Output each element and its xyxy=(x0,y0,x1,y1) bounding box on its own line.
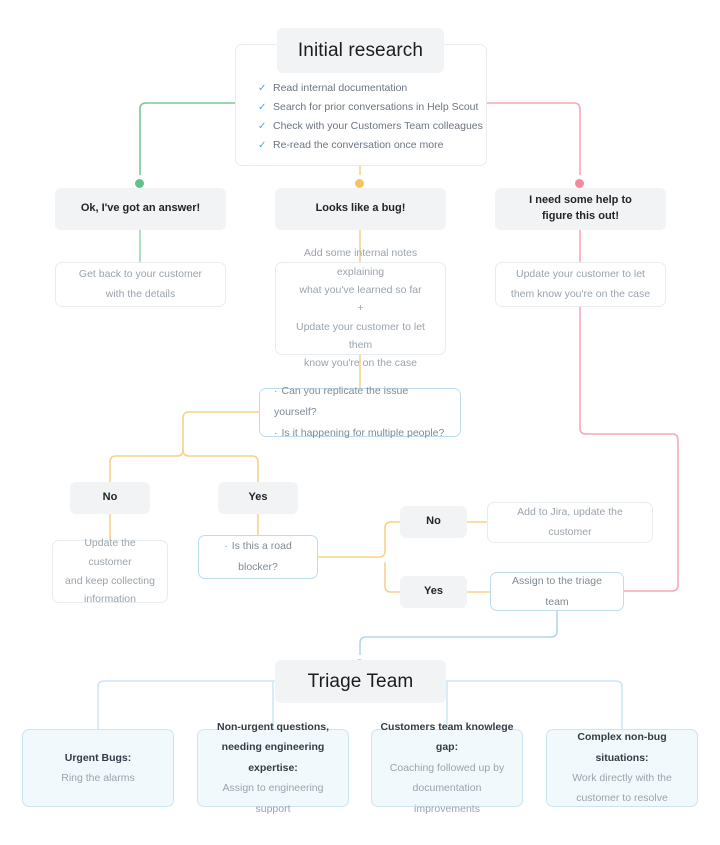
wire-roadblocker-split xyxy=(317,521,401,558)
check-icon: ✓ xyxy=(258,102,267,113)
yellow-branch-action: Add some internal notes explaining what … xyxy=(275,247,446,369)
bullet-icon: · xyxy=(274,427,278,439)
roadblocker-no-label: No xyxy=(426,515,441,528)
triage-team-title: Triage Team xyxy=(307,670,414,692)
check-icon: ✓ xyxy=(258,121,267,132)
keep-collecting-line-1: Update the customer xyxy=(84,536,136,568)
replicate-question-line-2: · Is it happening for multiple people? xyxy=(274,423,444,444)
pink-branch-label: I need some help to figure this out! xyxy=(495,188,666,230)
outcome-body-line-2: documentation improvements xyxy=(412,782,482,815)
pink-branch-label-line-2: figure this out! xyxy=(542,210,619,222)
yellow-action-line-4: know you're on the case xyxy=(304,357,417,370)
checklist-item: ✓ Search for prior conversations in Help … xyxy=(258,98,486,117)
keep-collecting-line-3: information xyxy=(84,593,136,606)
checklist-item-label: Read internal documentation xyxy=(273,82,408,94)
wire-question-to-split xyxy=(109,411,260,483)
wire-pink-to-triage-assign xyxy=(579,306,679,592)
replicate-question-text-1: Can you replicate the issue yourself? xyxy=(274,385,409,418)
pink-branch-label-line-1: I need some help to xyxy=(529,194,632,207)
replicate-yes-label: Yes xyxy=(248,491,268,504)
replicate-question-text-2: Is it happening for multiple people? xyxy=(281,427,445,439)
checklist-item: ✓ Read internal documentation xyxy=(258,79,486,98)
replicate-yes-chip: Yes xyxy=(218,482,298,514)
wire-roadblocker-to-yes xyxy=(384,562,401,593)
check-icon: ✓ xyxy=(258,140,267,151)
green-branch-label: Ok, I've got an answer! xyxy=(55,188,226,230)
triage-team-header: Triage Team xyxy=(275,660,446,703)
yellow-action-line-2: what you've learned so far xyxy=(299,283,422,296)
wire-split-to-yes xyxy=(182,449,259,483)
wire-green-branch xyxy=(139,102,236,185)
triage-outcome-card: Customers team knowlege gap: Coaching fo… xyxy=(371,721,523,815)
yellow-action-line-1: Add some internal notes explaining xyxy=(303,247,418,278)
replicate-question-box: · Can you replicate the issue yourself? ·… xyxy=(259,385,461,439)
outcome-body-line-2: customer to resolve xyxy=(576,792,668,805)
replicate-question-line-1: · Can you replicate the issue yourself? xyxy=(274,381,446,423)
checklist-item-label: Search for prior conversations in Help S… xyxy=(273,101,479,113)
outcome-body-line-1: Work directly with the xyxy=(572,772,672,784)
roadblocker-question-text: Is this a road blocker? xyxy=(231,540,292,573)
pink-action-line-2: them know you're on the case xyxy=(510,287,651,300)
yellow-action-plus: + xyxy=(357,302,364,315)
outcome-body-line-1: Coaching followed up by xyxy=(389,761,505,774)
outcome-body-line-1: Assign to engineering support xyxy=(222,782,324,815)
wire-assign-to-triage xyxy=(359,609,558,664)
initial-research-title: Initial research xyxy=(297,39,424,61)
add-to-jira-action: Add to Jira, update the customer xyxy=(487,502,653,543)
outcome-title: Complex non-bug situations: xyxy=(577,731,667,764)
roadblocker-question-line-1: · Is this a road blocker? xyxy=(213,536,303,578)
add-to-jira-label: Add to Jira, update the customer xyxy=(517,505,623,538)
pink-action-line-1: Update your customer to let xyxy=(516,267,645,280)
keep-collecting-line-2: and keep collecting xyxy=(65,574,155,587)
outcome-title: Customers team knowlege gap: xyxy=(380,720,514,754)
outcome-body-line-1: Ring the alarms xyxy=(61,772,135,784)
keep-collecting-action: Update the customer and keep collecting … xyxy=(52,537,168,605)
checklist-item: ✓ Re-read the conversation once more xyxy=(258,136,486,155)
outcome-title: Non-urgent questions, xyxy=(217,720,329,733)
outcome-title: Urgent Bugs: xyxy=(64,751,132,764)
bullet-icon: · xyxy=(274,385,278,397)
checklist-item-label: Check with your Customers Team colleague… xyxy=(273,120,483,132)
outcome-title-second-line: needing engineering expertise: xyxy=(221,741,325,774)
triage-outcome-card: Complex non-bug situations: Work directl… xyxy=(546,729,698,807)
green-branch-action: Get back to your customer with the detai… xyxy=(55,262,226,307)
pink-branch-action: Update your customer to let them know yo… xyxy=(495,262,666,307)
replicate-no-chip: No xyxy=(70,482,150,514)
bullet-icon: · xyxy=(224,540,228,552)
wire-pink-branch xyxy=(486,102,581,185)
roadblocker-no-chip: No xyxy=(400,506,467,538)
green-action-line-1: Get back to your customer xyxy=(78,267,203,280)
checklist-item: ✓ Check with your Customers Team colleagu… xyxy=(258,117,486,136)
green-action-line-2: with the details xyxy=(105,287,176,300)
roadblocker-yes-chip: Yes xyxy=(400,576,467,608)
check-icon: ✓ xyxy=(258,83,267,94)
roadblocker-yes-label: Yes xyxy=(424,585,443,598)
triage-outcome-card: Non-urgent questions, needing engineerin… xyxy=(197,721,349,815)
triage-outcome-card: Urgent Bugs: Ring the alarms xyxy=(22,729,174,807)
checklist-item-label: Re-read the conversation once more xyxy=(273,139,444,151)
yellow-action-line-3: Update your customer to let them xyxy=(296,320,425,352)
roadblocker-question-box: · Is this a road blocker? xyxy=(198,535,318,579)
flowchart-canvas: ✓ Read internal documentation ✓ Search for… xyxy=(0,0,720,845)
green-branch-label-text: Ok, I've got an answer! xyxy=(80,202,201,215)
initial-research-header: Initial research xyxy=(277,28,444,73)
yellow-branch-label: Looks like a bug! xyxy=(275,188,446,230)
yellow-branch-label-text: Looks like a bug! xyxy=(315,202,406,215)
assign-triage-action: Assign to the triage team xyxy=(490,572,624,611)
assign-triage-label: Assign to the triage team xyxy=(512,574,602,608)
replicate-no-label: No xyxy=(102,491,118,504)
